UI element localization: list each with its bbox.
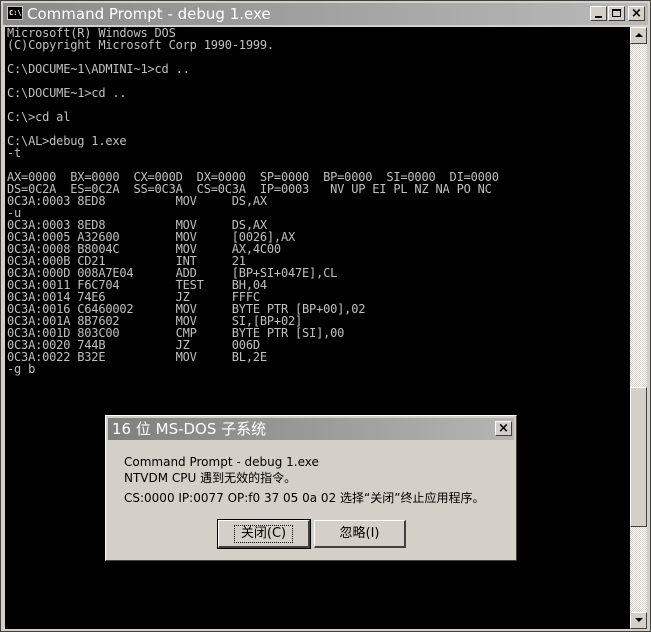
console-line: -t [7,146,22,160]
console-text: Microsoft(R) Windows DOS (C)Copyright Mi… [5,27,630,375]
maximize-icon [612,9,621,17]
dialog-ignore-button[interactable]: 忽略(I) [314,520,406,548]
dialog-title-bar[interactable]: 16 位 MS-DOS 子系统 × [108,418,514,440]
console-line: -g b [7,362,36,376]
dialog-close-app-label: 关闭(C) [233,524,294,543]
console-line: C:\DOCUME~1\ADMINI~1>cd .. [7,62,190,76]
dialog-message: Command Prompt - debug 1.exe NTVDM CPU 遇… [124,454,514,506]
console-line: (C)Copyright Microsoft Corp 1990-1999. [7,38,274,52]
close-icon: × [498,421,509,436]
dialog-app-name: Command Prompt - debug 1.exe [124,455,319,469]
console-icon[interactable]: C:\ [7,6,23,20]
title-bar[interactable]: C:\ Command Prompt - debug 1.exe × [3,3,648,25]
dialog-register-info: CS:0000 IP:0077 OP:f0 37 05 0a 02 选择“关闭”… [124,491,485,505]
console-line: 0C3A:0003 8ED8 MOV DS,AX [7,194,267,208]
ntvdm-error-dialog: 16 位 MS-DOS 子系统 × Command Prompt - debug… [105,415,517,561]
dialog-close-app-button[interactable]: 关闭(C) [217,519,311,549]
console-line: C:\>cd al [7,110,71,124]
maximize-button[interactable] [608,6,625,21]
console-line: C:\DOCUME~1>cd .. [7,86,127,100]
console-line: 0C3A:0022 B32E MOV BL,2E [7,350,267,364]
vertical-scrollbar[interactable] [630,27,647,629]
dialog-error-text: NTVDM CPU 遇到无效的指令。 [124,471,297,485]
console-line: C:\AL>debug 1.exe [7,134,127,148]
dialog-close-button[interactable]: × [495,421,512,436]
arrow-up-icon [635,33,643,37]
minimize-icon [595,16,602,18]
window-title: Command Prompt - debug 1.exe [27,5,271,23]
dialog-title: 16 位 MS-DOS 子系统 [112,420,267,438]
dialog-ignore-label: 忽略(I) [339,525,380,541]
scroll-up-button[interactable] [630,27,647,44]
minimize-button[interactable] [590,6,607,21]
command-prompt-window: C:\ Command Prompt - debug 1.exe × Micro… [0,0,651,632]
close-button[interactable]: × [628,6,645,21]
scroll-thumb[interactable] [630,387,647,527]
scroll-down-button[interactable] [630,612,647,629]
arrow-down-icon [635,618,643,622]
close-icon: × [631,6,642,21]
